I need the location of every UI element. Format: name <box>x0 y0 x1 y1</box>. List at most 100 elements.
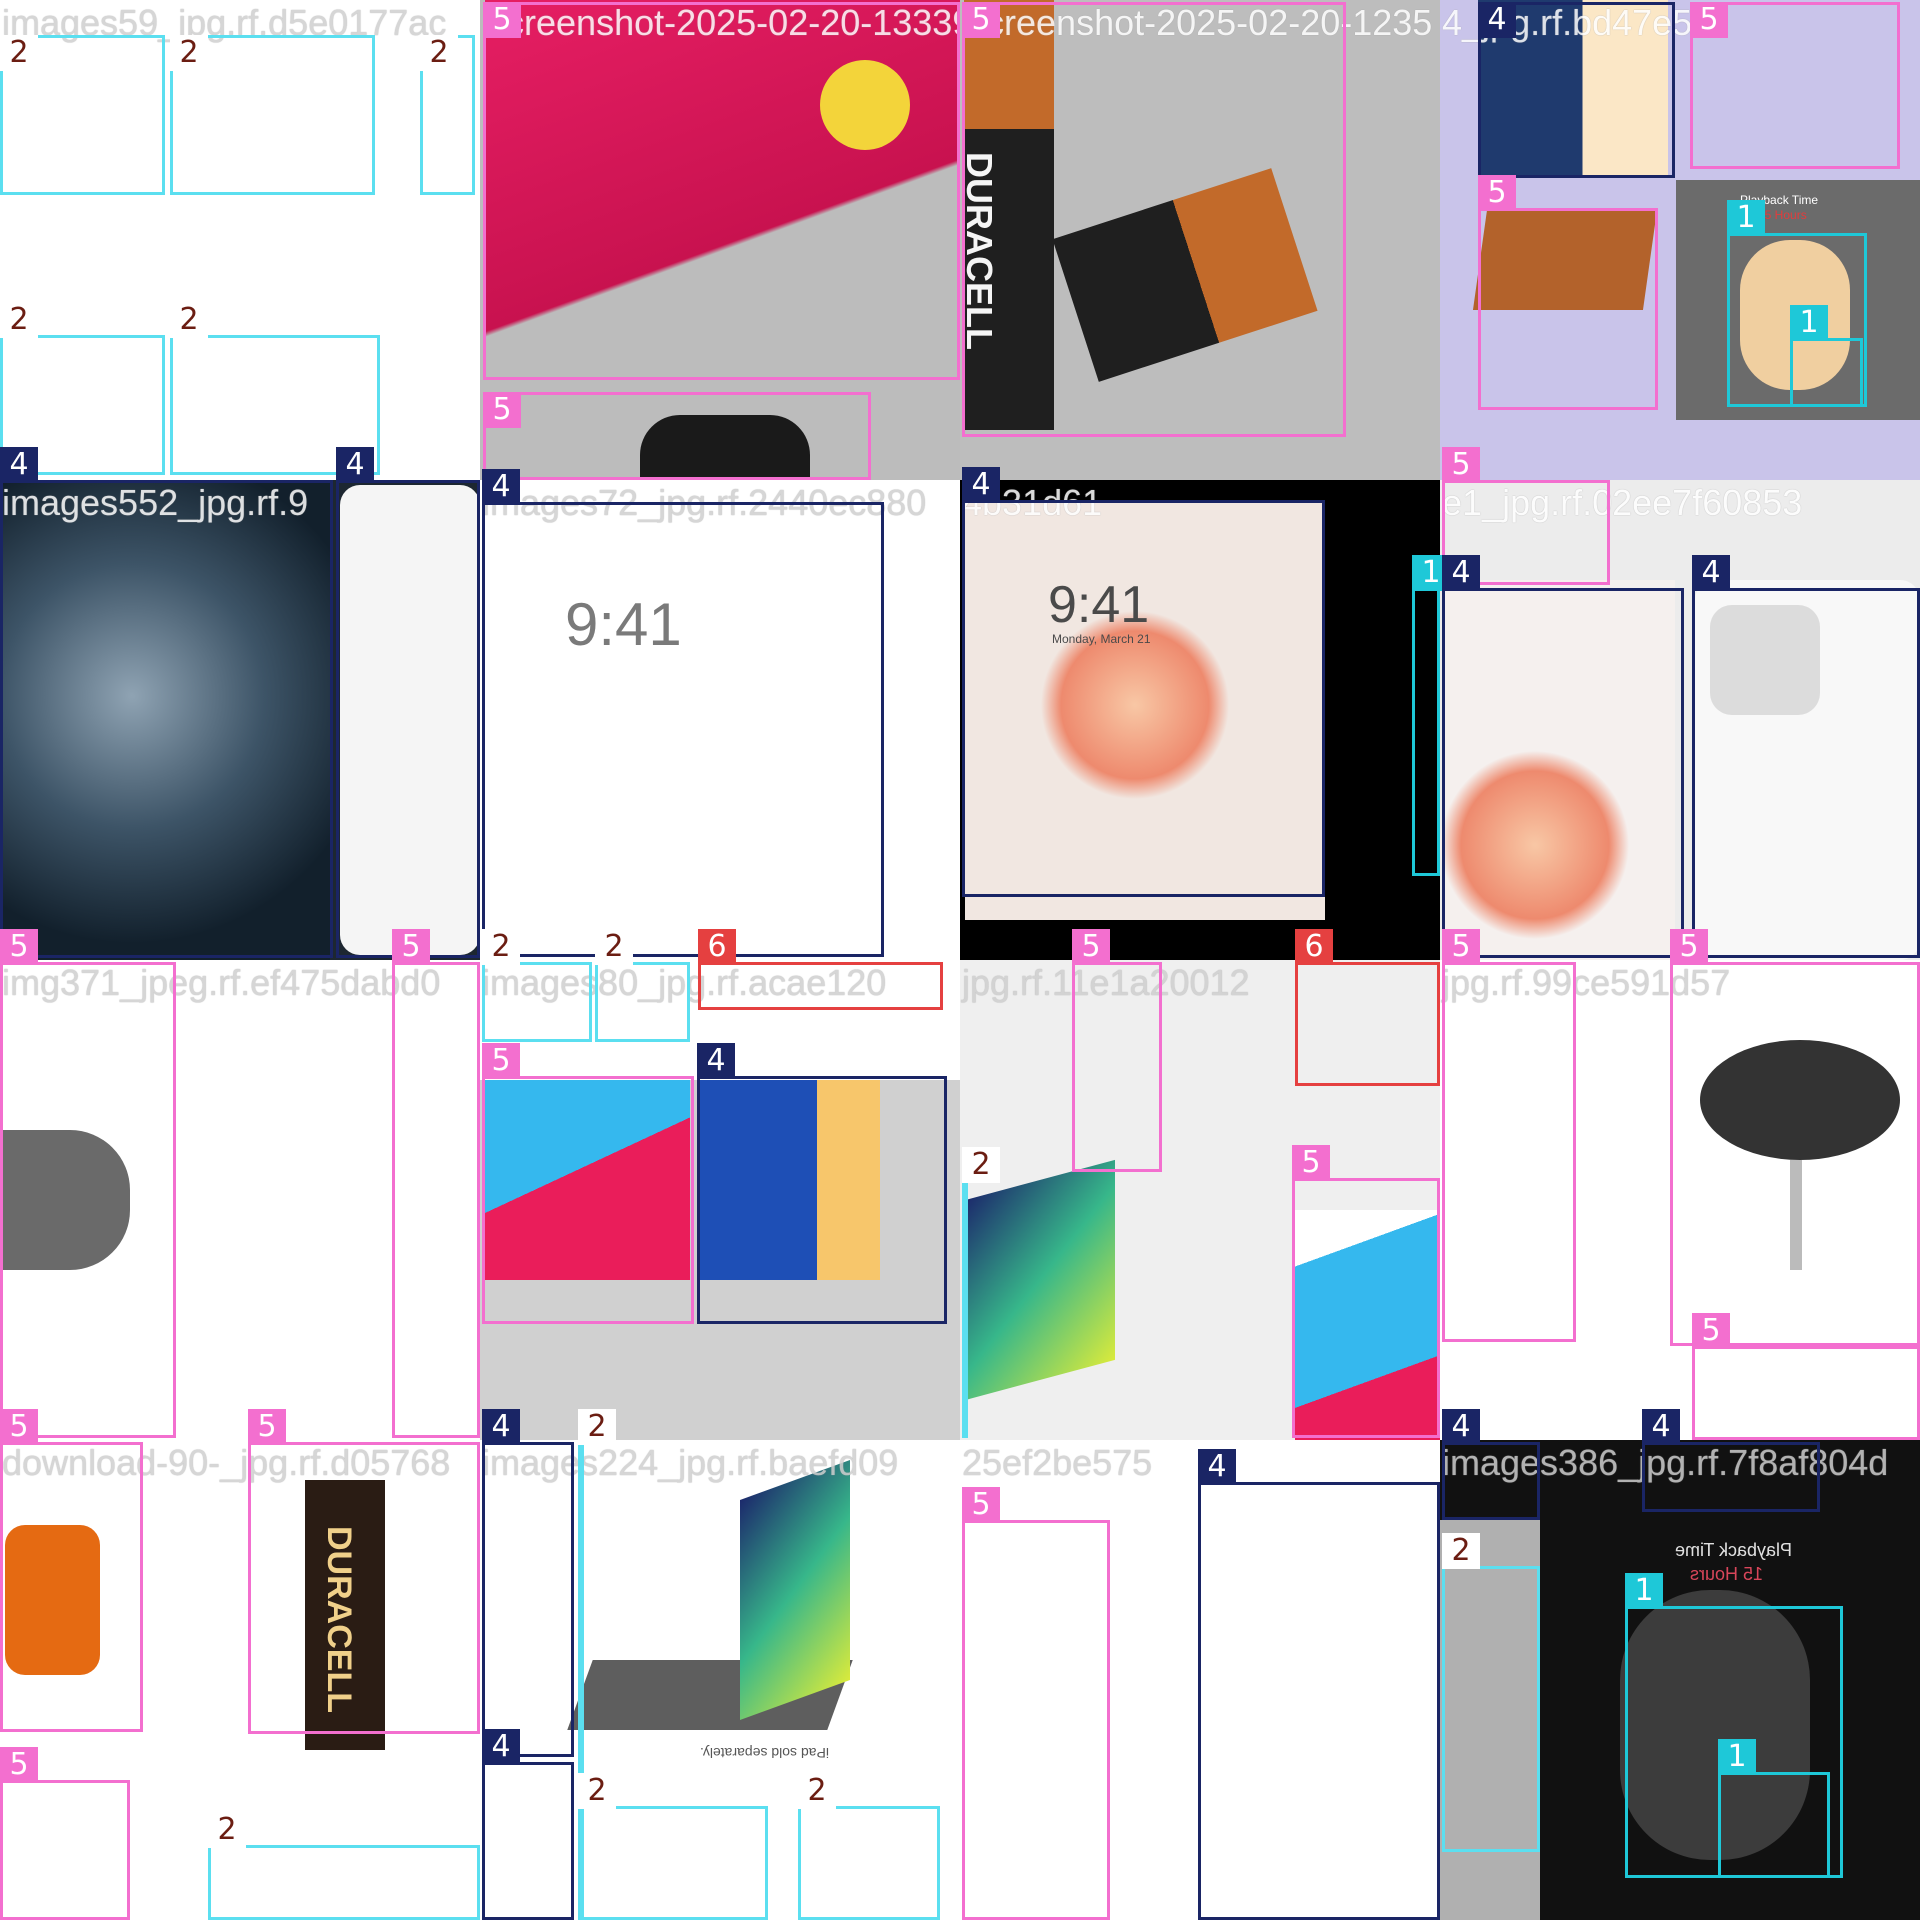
bounding-box-class-2: 2 <box>482 929 592 1042</box>
class-label: 1 <box>1790 305 1828 341</box>
bounding-box-class-5: 5 <box>483 392 871 480</box>
class-label: 4 <box>1198 1449 1236 1485</box>
bounding-box-class-5: 5 <box>1670 929 1920 1346</box>
class-label: 4 <box>0 447 38 483</box>
class-label: 5 <box>1478 175 1516 211</box>
bounding-box-class-4: 4 <box>1442 1409 1540 1520</box>
class-label: 5 <box>962 2 1000 38</box>
class-label: 6 <box>1295 929 1333 965</box>
detection-mosaic: images59_jpg.rf.d5e0177ac Screenshot-202… <box>0 0 1920 1920</box>
tile-title: 25ef2be575 <box>962 1442 1153 1483</box>
class-label: 1 <box>1727 200 1765 236</box>
class-label: 2 <box>170 302 208 338</box>
bounding-box-class-4: 4 <box>482 1409 574 1757</box>
class-label: 2 <box>170 35 208 71</box>
class-label: 2 <box>482 929 520 965</box>
headphone-hours: 15 Hours <box>1690 1564 1764 1584</box>
class-label: 5 <box>248 1409 286 1445</box>
bounding-box-class-4: 4 <box>1442 555 1684 958</box>
ipad-photo <box>965 1159 1115 1401</box>
class-label: 5 <box>392 929 430 965</box>
class-label: 2 <box>962 1147 1000 1183</box>
bounding-box-class-1: 1 <box>1412 555 1450 876</box>
class-label: 5 <box>962 1487 1000 1523</box>
bounding-box-class-5: 5 <box>0 1409 143 1732</box>
bounding-box-class-5: 5 <box>1692 1313 1920 1440</box>
bounding-box-class-5: 5 <box>0 1747 130 1920</box>
class-label: 4 <box>1692 555 1730 591</box>
class-label: 2 <box>595 929 633 965</box>
bounding-box-class-5: 5 <box>962 1487 1110 1920</box>
bounding-box-class-4: 4 <box>336 447 480 958</box>
bounding-box-class-4: 4 <box>0 447 333 958</box>
class-label: 4 <box>482 1409 520 1445</box>
class-label: 4 <box>1442 555 1480 591</box>
bounding-box-class-5: 5 <box>1292 1145 1440 1438</box>
class-label: 4 <box>336 447 374 483</box>
class-label: 5 <box>1072 929 1110 965</box>
bounding-box-class-4: 4 <box>697 1043 947 1324</box>
bounding-box-class-4: 4 <box>482 469 884 957</box>
headphone-heading: Playback Time <box>1675 1540 1793 1560</box>
ipad-caption: iPad sold separately. <box>700 1745 829 1761</box>
class-label: 5 <box>0 929 38 965</box>
class-label: 2 <box>578 1409 616 1445</box>
class-label: 4 <box>482 1729 520 1765</box>
class-label: 5 <box>1442 447 1480 483</box>
bounding-box-class-2: 2 <box>798 1773 940 1920</box>
bounding-box-class-5: 5 <box>483 2 960 380</box>
class-label: 4 <box>697 1043 735 1079</box>
bounding-box-class-2: 2 <box>962 1147 1000 1438</box>
bounding-box-class-4: 4 <box>1198 1449 1440 1920</box>
class-label: 1 <box>1718 1739 1756 1775</box>
bounding-box-class-4: 4 <box>962 467 1325 897</box>
bounding-box-class-2: 2 <box>420 35 475 195</box>
bounding-box-class-5: 5 <box>962 2 1346 437</box>
bounding-box-class-5: 5 <box>1478 175 1658 410</box>
bounding-box-class-5: 5 <box>0 929 176 1438</box>
bounding-box-class-2: 2 <box>578 1773 768 1920</box>
class-label: 2 <box>0 302 38 338</box>
class-label: 2 <box>578 1773 616 1809</box>
bounding-box-class-2: 2 <box>0 35 165 195</box>
class-label: 5 <box>483 2 521 38</box>
bounding-box-class-5: 5 <box>248 1409 480 1734</box>
bounding-box-class-2: 2 <box>170 35 375 195</box>
class-label: 5 <box>1690 2 1728 38</box>
bounding-box-class-5: 5 <box>1072 929 1162 1172</box>
bounding-box-class-1: 1 <box>1790 305 1863 407</box>
bounding-box-class-4: 4 <box>1692 555 1920 958</box>
class-label: 2 <box>798 1773 836 1809</box>
class-label: 5 <box>1442 929 1480 965</box>
class-label: 5 <box>1692 1313 1730 1349</box>
class-label: 5 <box>483 392 521 428</box>
class-label: 4 <box>962 467 1000 503</box>
class-label: 5 <box>0 1747 38 1783</box>
bounding-box-class-4: 4 <box>1478 2 1675 178</box>
class-label: 2 <box>420 35 458 71</box>
class-label: 1 <box>1625 1573 1663 1609</box>
headphone-hours: 15 Hours <box>1758 208 1807 222</box>
class-label: 5 <box>0 1409 38 1445</box>
bounding-box-class-4: 4 <box>482 1729 574 1920</box>
class-label: 4 <box>482 469 520 505</box>
class-label: 6 <box>698 929 736 965</box>
bounding-box-class-5: 5 <box>1442 929 1576 1342</box>
bounding-box-class-5: 5 <box>392 929 480 1438</box>
bounding-box-class-4: 4 <box>1642 1409 1820 1512</box>
class-label: 2 <box>1442 1533 1480 1569</box>
class-label: 5 <box>1292 1145 1330 1181</box>
bounding-box-class-6: 6 <box>698 929 943 1010</box>
bounding-box-class-1: 1 <box>1718 1739 1830 1878</box>
class-label: 5 <box>482 1043 520 1079</box>
class-label: 2 <box>208 1812 246 1848</box>
bounding-box-class-5: 5 <box>1690 2 1900 169</box>
bounding-box-class-2: 2 <box>595 929 690 1042</box>
class-label: 2 <box>0 35 38 71</box>
bounding-box-class-2: 2 <box>1442 1533 1540 1852</box>
bounding-box-class-6: 6 <box>1295 929 1440 1086</box>
class-label: 5 <box>1670 929 1708 965</box>
class-label: 4 <box>1478 2 1516 38</box>
class-label: 4 <box>1442 1409 1480 1445</box>
bounding-box-class-2: 2 <box>208 1812 480 1920</box>
